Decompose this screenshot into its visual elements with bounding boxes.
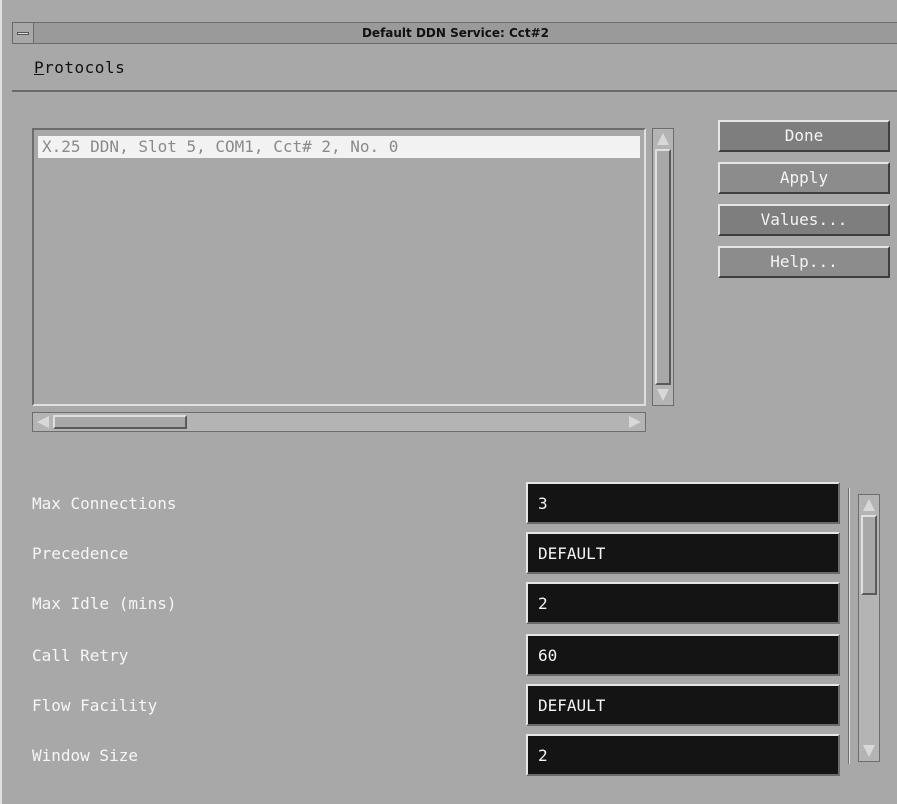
window-title: Default DDN Service: Cct#2 [12,22,897,44]
help-button[interactable]: Help... [718,246,890,278]
max-idle-label: Max Idle (mins) [32,594,177,613]
call-retry-field[interactable] [526,634,840,676]
done-button[interactable]: Done [718,120,890,152]
circuit-list[interactable]: X.25 DDN, Slot 5, COM1, Cct# 2, No. 0 [32,128,646,406]
values-button[interactable]: Values... [718,204,890,236]
triangle-down-icon[interactable] [863,745,875,757]
window-top-frame [2,0,897,20]
max-connections-label: Max Connections [32,494,177,513]
minus-bar-icon [17,32,29,35]
triangle-right-icon[interactable] [629,416,641,428]
triangle-up-icon[interactable] [863,499,875,511]
window-size-label: Window Size [32,746,138,765]
triangle-left-icon[interactable] [37,416,49,428]
flow-facility-field[interactable] [526,684,840,726]
list-vscroll-thumb[interactable] [655,149,671,385]
form-vertical-scrollbar[interactable] [858,494,880,762]
triangle-down-icon[interactable] [657,389,669,401]
menu-bar: Protocols [12,46,897,92]
window-menu-button[interactable] [12,22,34,44]
menu-protocols-mnemonic: P [34,58,45,77]
list-item[interactable]: X.25 DDN, Slot 5, COM1, Cct# 2, No. 0 [38,136,640,158]
form-scroll-frame [848,488,850,764]
dialog-window: Default DDN Service: Cct#2 Protocols X.2… [0,0,897,804]
menu-protocols-label: rotocols [44,58,126,77]
precedence-label: Precedence [32,544,129,563]
flow-facility-label: Flow Facility [32,696,158,715]
precedence-field[interactable] [526,532,840,574]
menu-protocols[interactable]: Protocols [34,58,125,77]
max-connections-field[interactable] [526,482,840,524]
list-horizontal-scrollbar[interactable] [32,412,646,432]
window-size-field[interactable] [526,734,840,776]
list-hscroll-thumb[interactable] [53,415,187,429]
form-vscroll-thumb[interactable] [861,515,877,595]
list-vertical-scrollbar[interactable] [652,128,674,406]
triangle-up-icon[interactable] [657,133,669,145]
apply-button[interactable]: Apply [718,162,890,194]
call-retry-label: Call Retry [32,646,129,665]
max-idle-field[interactable] [526,582,840,624]
